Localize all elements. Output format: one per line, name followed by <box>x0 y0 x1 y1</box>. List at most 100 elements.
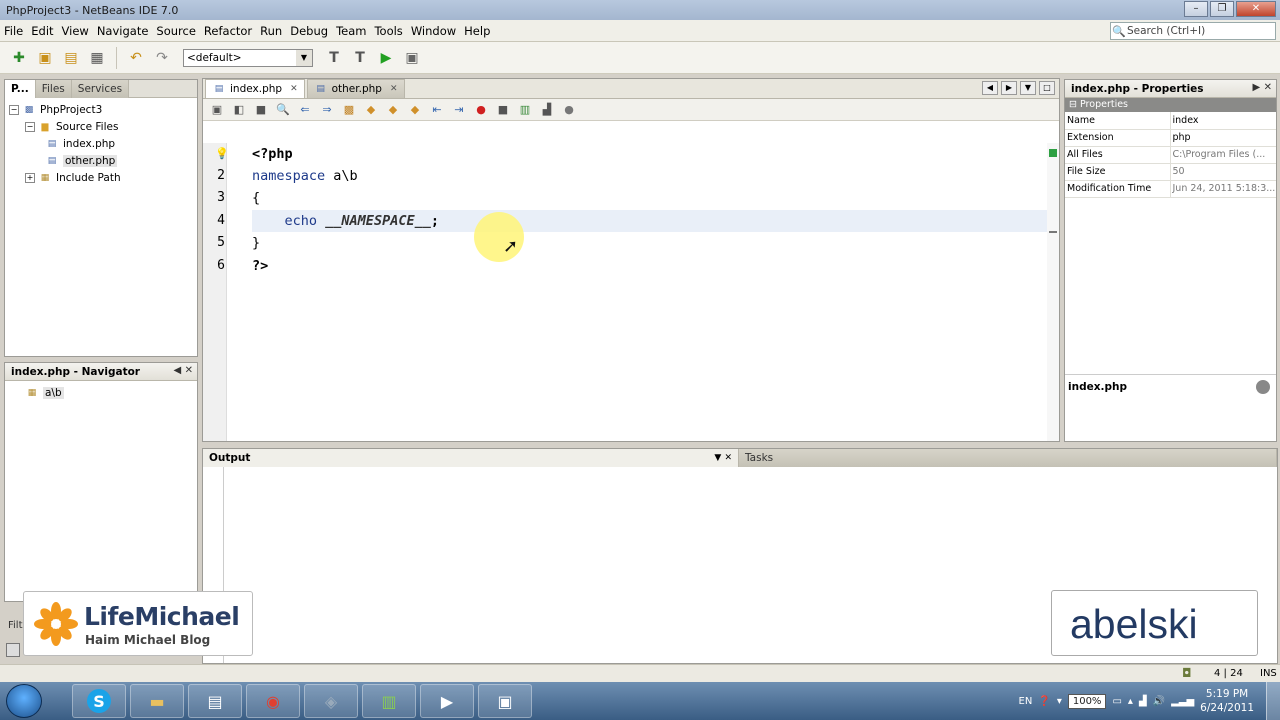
no-errors-marker[interactable] <box>1049 149 1057 157</box>
filter-toggle-icon[interactable] <box>6 643 20 657</box>
find-next-icon[interactable]: ⇒ <box>317 101 337 119</box>
menu-source[interactable]: Source <box>152 24 200 38</box>
battery-percent[interactable]: 100% <box>1067 693 1107 709</box>
error-stripe[interactable] <box>1047 143 1059 441</box>
scroll-left-icon[interactable]: ◀ <box>982 81 998 95</box>
scroll-right-icon[interactable]: ▶ <box>1001 81 1017 95</box>
menu-tools[interactable]: Tools <box>370 24 406 38</box>
skype-icon[interactable]: S <box>72 684 126 718</box>
help-icon[interactable] <box>1256 380 1270 394</box>
menu-navigate[interactable]: Navigate <box>93 24 153 38</box>
camtasia-icon[interactable]: ▣ <box>478 684 532 718</box>
property-row[interactable]: File Size 50 <box>1065 163 1276 181</box>
battery-icon[interactable]: ▭ <box>1112 696 1121 707</box>
show-hidden-icons-icon[interactable]: ▴ <box>1128 696 1133 707</box>
toggle-highlight-icon[interactable]: ▩ <box>339 101 359 119</box>
undo-icon[interactable]: ↶ <box>125 47 147 69</box>
menu-team[interactable]: Team <box>332 24 370 38</box>
properties-section[interactable]: ⊟ Properties <box>1065 98 1276 112</box>
uncomment-icon[interactable]: ▟ <box>537 101 557 119</box>
tab-files[interactable]: Files <box>35 79 72 98</box>
flags-icon[interactable]: ▾ <box>1057 696 1062 707</box>
code-line-6[interactable]: ?> <box>252 255 268 277</box>
menu-window[interactable]: Window <box>407 24 460 38</box>
menu-view[interactable]: View <box>58 24 93 38</box>
search-box[interactable]: 🔍 Search (Ctrl+I) <box>1110 22 1276 40</box>
save-all-icon[interactable]: ▦ <box>86 47 108 69</box>
tab-tasks[interactable]: Tasks <box>739 448 1277 467</box>
back-icon[interactable]: ◧ <box>229 101 249 119</box>
debug-icon[interactable]: ▣ <box>401 47 423 69</box>
tree-file-other[interactable]: ▤ other.php <box>9 152 193 169</box>
property-row[interactable]: All Files C:\Program Files (... <box>1065 146 1276 164</box>
collapse-icon[interactable]: − <box>9 104 19 115</box>
next-bookmark-icon[interactable]: ◆ <box>383 101 403 119</box>
close-icon[interactable]: ◀ ✕ <box>173 365 193 376</box>
start-button[interactable] <box>6 684 42 718</box>
find-previous-icon[interactable]: ⇐ <box>295 101 315 119</box>
menu-run[interactable]: Run <box>256 24 286 38</box>
previous-bookmark-icon[interactable]: ◆ <box>361 101 381 119</box>
run-icon[interactable]: ▶ <box>375 47 397 69</box>
new-project-icon[interactable]: ▣ <box>34 47 56 69</box>
comment-icon[interactable]: ▥ <box>515 101 535 119</box>
toggle-bookmark-icon[interactable]: ◆ <box>405 101 425 119</box>
tree-include-path[interactable]: + ▦ Include Path <box>9 169 193 186</box>
document-app-icon[interactable]: ▤ <box>188 684 242 718</box>
open-project-icon[interactable]: ▤ <box>60 47 82 69</box>
property-value[interactable]: index <box>1170 112 1276 130</box>
menu-file[interactable]: File <box>0 24 27 38</box>
virtualbox-icon[interactable]: ◈ <box>304 684 358 718</box>
close-button[interactable]: ✕ <box>1236 1 1276 17</box>
chrome-icon[interactable]: ◉ <box>246 684 300 718</box>
netbeans-icon[interactable]: ▶ <box>420 684 474 718</box>
menu-refactor[interactable]: Refactor <box>200 24 256 38</box>
code-line-5[interactable]: } <box>252 232 260 254</box>
restore-button[interactable]: ❐ <box>1210 1 1234 17</box>
tab-services[interactable]: Services <box>71 79 130 98</box>
database-icon[interactable]: ● <box>559 101 579 119</box>
menu-edit[interactable]: Edit <box>27 24 57 38</box>
close-icon[interactable]: ▼ ✕ <box>714 453 732 463</box>
document-list-icon[interactable]: ▼ <box>1020 81 1036 95</box>
caret-position[interactable]: 4 | 24 <box>1214 668 1243 679</box>
clock[interactable]: 5:19 PM 6/24/2011 <box>1200 687 1254 715</box>
property-row[interactable]: Modification Time Jun 24, 2011 5:18:3... <box>1065 180 1276 198</box>
notifications-icon[interactable]: ◘ <box>1182 666 1192 680</box>
show-desktop-button[interactable] <box>1266 682 1280 720</box>
forward-icon[interactable]: ■ <box>251 101 271 119</box>
close-tab-icon[interactable]: ✕ <box>290 84 298 94</box>
source-history-icon[interactable]: ▣ <box>207 101 227 119</box>
redo-icon[interactable]: ↷ <box>151 47 173 69</box>
property-value[interactable]: php <box>1170 129 1276 147</box>
minimize-button[interactable]: – <box>1184 1 1208 17</box>
tab-output[interactable]: Output ▼ ✕ <box>203 448 739 467</box>
stop-macro-icon[interactable]: ■ <box>493 101 513 119</box>
network-icon[interactable]: ▟ <box>1139 696 1147 707</box>
code-line-4[interactable]: echo __NAMESPACE__; <box>252 210 439 232</box>
language-indicator[interactable]: EN <box>1019 696 1033 707</box>
property-row[interactable]: Extension php <box>1065 129 1276 147</box>
help-icon[interactable]: ❓ <box>1038 696 1050 707</box>
expand-icon[interactable]: + <box>25 172 35 183</box>
volume-icon[interactable]: 🔊 <box>1153 696 1165 707</box>
menu-debug[interactable]: Debug <box>286 24 332 38</box>
tree-source-files[interactable]: − ▆ Source Files <box>9 118 193 135</box>
signal-icon[interactable]: ▂▃▅ <box>1171 696 1194 707</box>
editor-app-icon[interactable]: ▥ <box>362 684 416 718</box>
code-line-3[interactable]: { <box>252 187 260 209</box>
new-file-icon[interactable]: ✚ <box>8 47 30 69</box>
start-macro-icon[interactable]: ● <box>471 101 491 119</box>
close-icon[interactable]: ▶ ✕ <box>1252 82 1272 93</box>
code-line-2[interactable]: namespace a\b <box>252 165 358 187</box>
navigator-item[interactable]: ▦ a\b <box>9 384 193 401</box>
maximize-icon[interactable]: □ <box>1039 81 1055 95</box>
close-tab-icon[interactable]: ✕ <box>390 84 398 94</box>
build-icon[interactable]: T <box>323 47 345 69</box>
property-value[interactable]: C:\Program Files (... <box>1170 146 1276 164</box>
tab-other-php[interactable]: ▤ other.php ✕ <box>306 79 405 98</box>
config-select[interactable]: <default> ▼ <box>183 48 313 67</box>
collapse-icon[interactable]: − <box>25 121 35 132</box>
tree-project[interactable]: − ▩ PhpProject3 <box>9 101 193 118</box>
tab-projects[interactable]: P... <box>5 79 36 98</box>
